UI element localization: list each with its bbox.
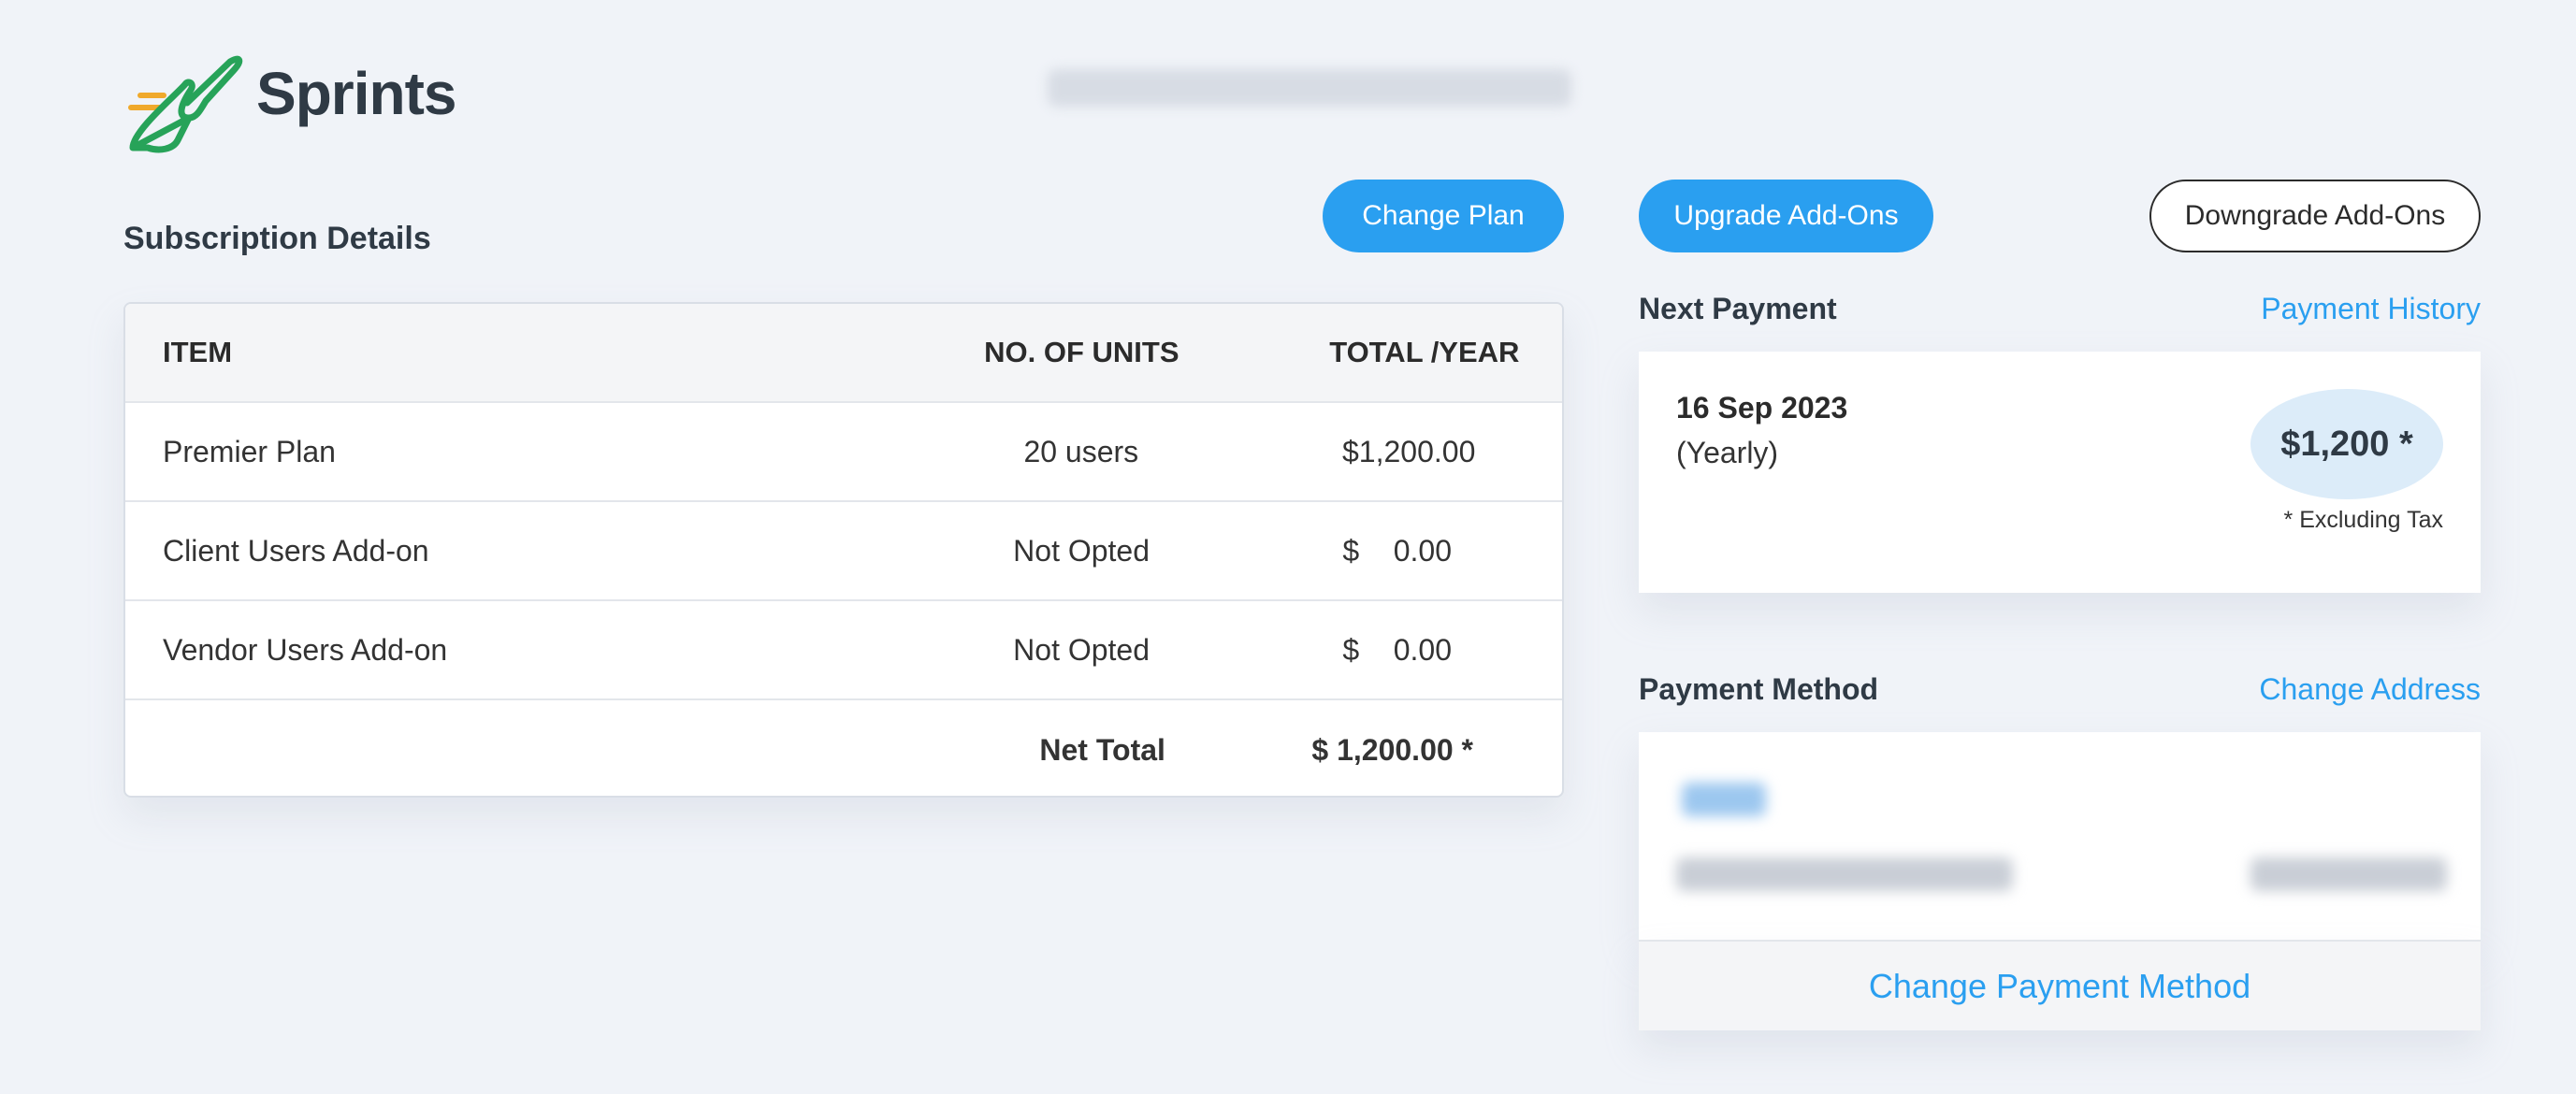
- net-total-value: $ 1,200.00 *: [1311, 732, 1473, 767]
- net-total-label: Net Total: [1039, 732, 1165, 767]
- net-total-row: Net Total $ 1,200.00 *: [125, 700, 1562, 796]
- brand-name: Sprints: [256, 60, 456, 127]
- table-row: Vendor Users Add-on Not Opted $ 0.00: [125, 601, 1562, 700]
- row-currency: $: [1342, 434, 1359, 468]
- row-amount: 1,200.00: [1358, 434, 1476, 468]
- redacted-card-number: [1676, 857, 2013, 891]
- row-amount: 0.00: [1393, 632, 1452, 667]
- change-plan-button[interactable]: Change Plan: [1323, 180, 1564, 252]
- redacted-subscription-id: [1048, 69, 1571, 107]
- table-row: Client Users Add-on Not Opted $ 0.00: [125, 502, 1562, 601]
- subscription-table: ITEM NO. OF UNITS TOTAL /YEAR Premier Pl…: [123, 302, 1564, 798]
- header-item: ITEM: [163, 336, 233, 368]
- table-header: ITEM NO. OF UNITS TOTAL /YEAR: [125, 304, 1562, 403]
- row-total: $ 1,200.00: [1314, 435, 1562, 469]
- payment-method-card: [1639, 732, 2481, 940]
- downgrade-addons-button[interactable]: Downgrade Add-Ons: [2149, 180, 2481, 252]
- redacted-card-expiry: [2250, 857, 2447, 891]
- row-units: 20 users: [1023, 434, 1139, 468]
- next-payment-title: Next Payment: [1639, 292, 1837, 325]
- table-row: Premier Plan 20 users $ 1,200.00: [125, 403, 1562, 502]
- row-total: $ 0.00: [1314, 534, 1562, 569]
- header-units: NO. OF UNITS: [984, 336, 1179, 368]
- tax-note: * Excluding Tax: [2283, 507, 2443, 533]
- sprints-logo-icon: [128, 55, 243, 153]
- payment-history-link[interactable]: Payment History: [2261, 292, 2481, 326]
- brand-logo[interactable]: Sprints: [122, 28, 456, 159]
- row-units: Not Opted: [1013, 632, 1151, 667]
- billing-cycle: (Yearly): [1676, 436, 1779, 469]
- change-address-link[interactable]: Change Address: [2259, 672, 2481, 707]
- row-currency: $: [1342, 533, 1360, 568]
- row-units: Not Opted: [1013, 533, 1151, 568]
- row-currency: $: [1342, 632, 1360, 667]
- upgrade-addons-button[interactable]: Upgrade Add-Ons: [1639, 180, 1933, 252]
- change-payment-method-link[interactable]: Change Payment Method: [1639, 940, 2481, 1030]
- redacted-card-brand: [1682, 783, 1766, 816]
- next-payment-date: 16 Sep 2023: [1676, 391, 1848, 425]
- row-total: $ 0.00: [1314, 633, 1562, 668]
- header-total: TOTAL /YEAR: [1329, 336, 1520, 368]
- subscription-title: Subscription Details: [123, 221, 431, 256]
- next-payment-card: 16 Sep 2023 (Yearly) $1,200 * * Excludin…: [1639, 352, 2481, 593]
- row-item: Vendor Users Add-on: [163, 632, 448, 667]
- row-item: Client Users Add-on: [163, 533, 429, 568]
- row-amount: 0.00: [1393, 533, 1452, 568]
- next-payment-amount: $1,200 *: [2250, 389, 2443, 499]
- payment-method-title: Payment Method: [1639, 672, 1879, 706]
- row-item: Premier Plan: [163, 434, 336, 468]
